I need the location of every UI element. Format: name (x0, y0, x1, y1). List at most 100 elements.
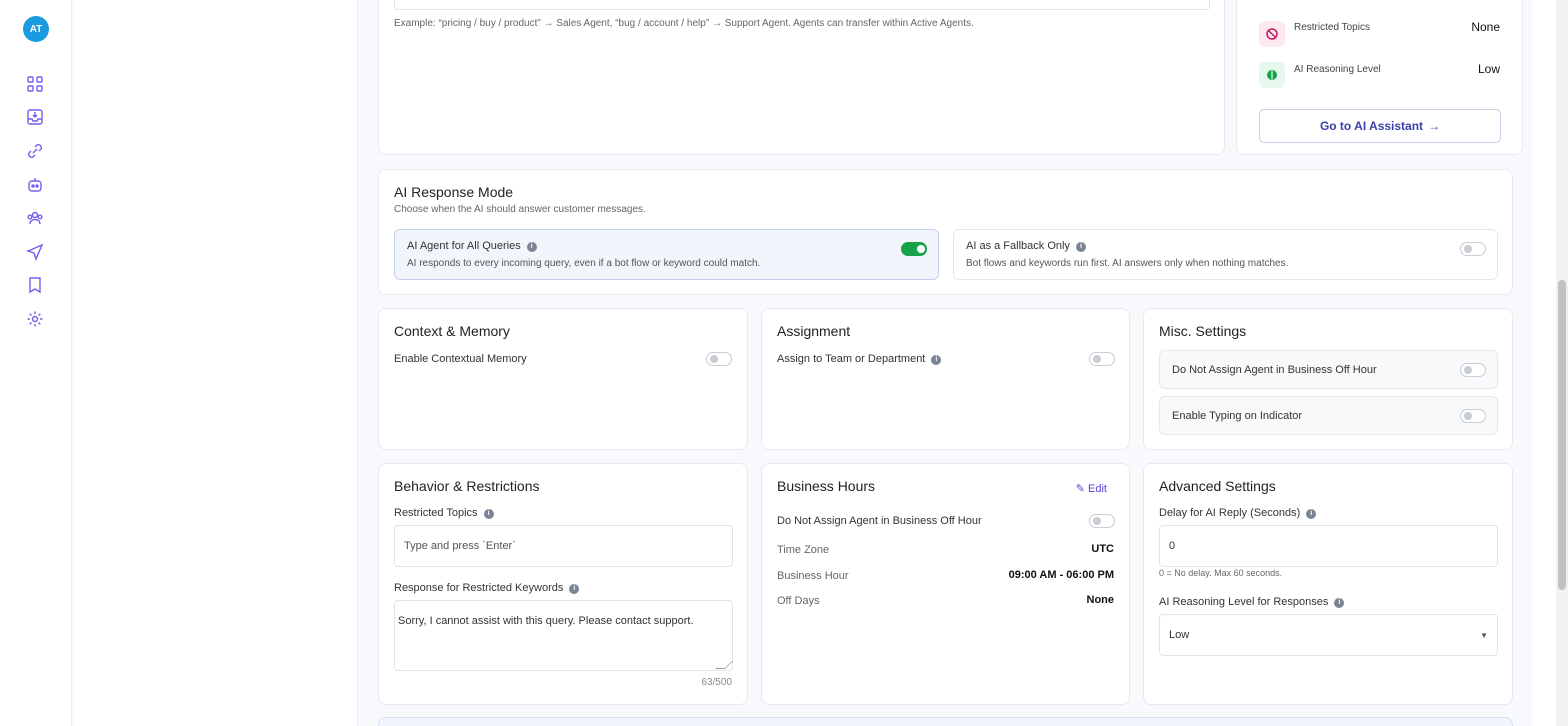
routing-example: Example: “pricing / buy / product” → Sal… (394, 18, 974, 29)
ai-fallback-option[interactable]: AI as a Fallback Only i Bot flows and key… (953, 229, 1498, 280)
reasoning-level-label: AI Reasoning Level (1294, 64, 1381, 75)
delay-label: Delay for AI Reply (Seconds) (1159, 507, 1301, 519)
misc-off-hour-label: Do Not Assign Agent in Business Off Hour (1172, 364, 1377, 376)
assignment-card: Assignment Assign to Team or Department i (761, 308, 1130, 450)
info-icon[interactable]: i (1306, 509, 1317, 519)
restricted-topics-field-label: Restricted Topics (394, 507, 478, 519)
inbox-icon[interactable] (26, 108, 44, 126)
char-count: 63/500 (701, 677, 732, 688)
misc-off-hour-toggle[interactable] (1460, 363, 1486, 377)
scrollbar-thumb[interactable] (1558, 280, 1566, 590)
advanced-settings-title: Advanced Settings (1159, 478, 1276, 494)
bot-icon[interactable] (26, 176, 44, 194)
delay-hint: 0 = No delay. Max 60 seconds. (1159, 568, 1283, 578)
restricted-topics-field-label-row: Restricted Topics i (394, 507, 494, 519)
behavior-card: Behavior & Restrictions Restricted Topic… (378, 463, 748, 705)
ai-all-queries-title: AI Agent for All Queries (407, 240, 521, 252)
typing-indicator-label: Enable Typing on Indicator (1172, 410, 1303, 422)
chevron-down-icon: ▼ (1480, 630, 1488, 640)
reasoning-select-label-row: AI Reasoning Level for Responses i (1159, 596, 1345, 608)
secondary-panel (73, 0, 358, 726)
routing-input[interactable] (394, 0, 1210, 10)
assign-team-toggle[interactable] (1089, 352, 1115, 366)
campaigns-icon[interactable] (26, 243, 44, 261)
delay-input[interactable]: 0 (1159, 525, 1498, 567)
business-off-hour-label: Do Not Assign Agent in Business Off Hour (777, 515, 982, 527)
context-memory-card: Context & Memory Enable Contextual Memor… (378, 308, 748, 450)
reasoning-select-value: Low (1169, 629, 1190, 641)
assignment-title: Assignment (777, 323, 851, 339)
business-off-hour-toggle[interactable] (1089, 514, 1115, 528)
reasoning-select-label: AI Reasoning Level for Responses (1159, 596, 1329, 608)
advanced-settings-card: Advanced Settings Delay for AI Reply (Se… (1143, 463, 1513, 705)
next-section-card (378, 717, 1513, 726)
edit-business-hours-button[interactable]: ✎ Edit (1076, 482, 1107, 495)
assign-team-label-row: Assign to Team or Department i (777, 353, 942, 365)
reasoning-level-select[interactable]: Low ▼ (1159, 614, 1498, 656)
ai-fallback-title: AI as a Fallback Only (966, 240, 1070, 252)
typing-indicator-toggle[interactable] (1460, 409, 1486, 423)
go-to-ai-assistant-button[interactable]: Go to AI Assistant → (1259, 109, 1501, 143)
ai-all-queries-toggle[interactable] (901, 242, 927, 256)
behavior-title: Behavior & Restrictions (394, 478, 540, 494)
restricted-response-textarea[interactable]: Sorry, I cannot assist with this query. … (394, 600, 733, 671)
restricted-topics-label: Restricted Topics (1294, 22, 1370, 33)
delay-label-row: Delay for AI Reply (Seconds) i (1159, 507, 1317, 519)
business-hour-value: 09:00 AM - 06:00 PM (1008, 569, 1114, 581)
contextual-memory-toggle[interactable] (706, 352, 732, 366)
page-scrollbar[interactable] (1532, 0, 1568, 726)
off-days-value: None (1086, 594, 1115, 606)
contacts-icon[interactable] (26, 209, 44, 227)
edit-label: Edit (1088, 483, 1107, 495)
go-to-ai-assistant-label: Go to AI Assistant (1319, 119, 1424, 133)
arrow-right-icon: → (1428, 119, 1441, 133)
response-mode-title: AI Response Mode (394, 184, 514, 200)
reasoning-level-value: Low (1477, 62, 1500, 76)
timezone-label: Time Zone (777, 544, 830, 556)
info-icon[interactable]: i (569, 584, 580, 594)
routing-card: Example: “pricing / buy / product” → Sal… (378, 0, 1225, 155)
restricted-response-label-row: Response for Restricted Keywords i (394, 582, 580, 594)
summary-card: Restricted Topics None AI Reasoning Leve… (1236, 0, 1523, 155)
delay-value: 0 (1169, 540, 1176, 552)
restricted-topics-input[interactable]: Type and press `Enter` (394, 525, 733, 567)
restricted-response-label: Response for Restricted Keywords (394, 582, 564, 594)
restricted-topics-placeholder: Type and press `Enter` (404, 540, 516, 552)
misc-settings-card: Misc. Settings Do Not Assign Agent in Bu… (1143, 308, 1513, 450)
timezone-value: UTC (1091, 543, 1114, 555)
typing-indicator-row: Enable Typing on Indicator (1159, 396, 1498, 435)
contextual-memory-label: Enable Contextual Memory (394, 353, 527, 365)
integrations-icon[interactable] (26, 142, 44, 160)
misc-settings-title: Misc. Settings (1159, 323, 1247, 339)
info-icon[interactable]: i (1334, 598, 1345, 608)
info-icon[interactable]: i (1075, 242, 1086, 252)
restricted-topics-value: None (1471, 20, 1500, 34)
ai-fallback-desc: Bot flows and keywords run first. AI ans… (966, 258, 1289, 269)
ai-fallback-title-row: AI as a Fallback Only i (966, 240, 1086, 252)
assign-team-label: Assign to Team or Department (777, 353, 926, 365)
business-hours-card: Business Hours ✎ Edit Do Not Assign Agen… (761, 463, 1130, 705)
response-mode-card: AI Response Mode Choose when the AI shou… (378, 169, 1513, 295)
pencil-icon: ✎ (1075, 483, 1085, 495)
context-memory-title: Context & Memory (394, 323, 510, 339)
ai-fallback-toggle[interactable] (1460, 242, 1486, 256)
info-icon[interactable]: i (526, 242, 537, 252)
nav-rail: AT (0, 0, 72, 726)
ai-all-queries-desc: AI responds to every incoming query, eve… (407, 258, 761, 269)
off-days-label: Off Days (777, 595, 820, 607)
restricted-response-text: Sorry, I cannot assist with this query. … (398, 615, 694, 627)
restricted-icon (1259, 21, 1285, 47)
info-icon[interactable]: i (931, 355, 942, 365)
templates-icon[interactable] (26, 276, 44, 294)
ai-all-queries-title-row: AI Agent for All Queries i (407, 240, 537, 252)
ai-all-queries-option[interactable]: AI Agent for All Queries i AI responds to… (394, 229, 939, 280)
misc-off-hour-row: Do Not Assign Agent in Business Off Hour (1159, 350, 1498, 389)
avatar[interactable]: AT (23, 16, 49, 42)
settings-icon[interactable] (26, 310, 44, 328)
info-icon[interactable]: i (483, 509, 494, 519)
brain-icon (1259, 62, 1285, 88)
business-hours-title: Business Hours (777, 478, 876, 494)
response-mode-subtitle: Choose when the AI should answer custome… (394, 204, 646, 215)
dashboard-icon[interactable] (26, 75, 44, 93)
business-hour-label: Business Hour (777, 570, 849, 582)
